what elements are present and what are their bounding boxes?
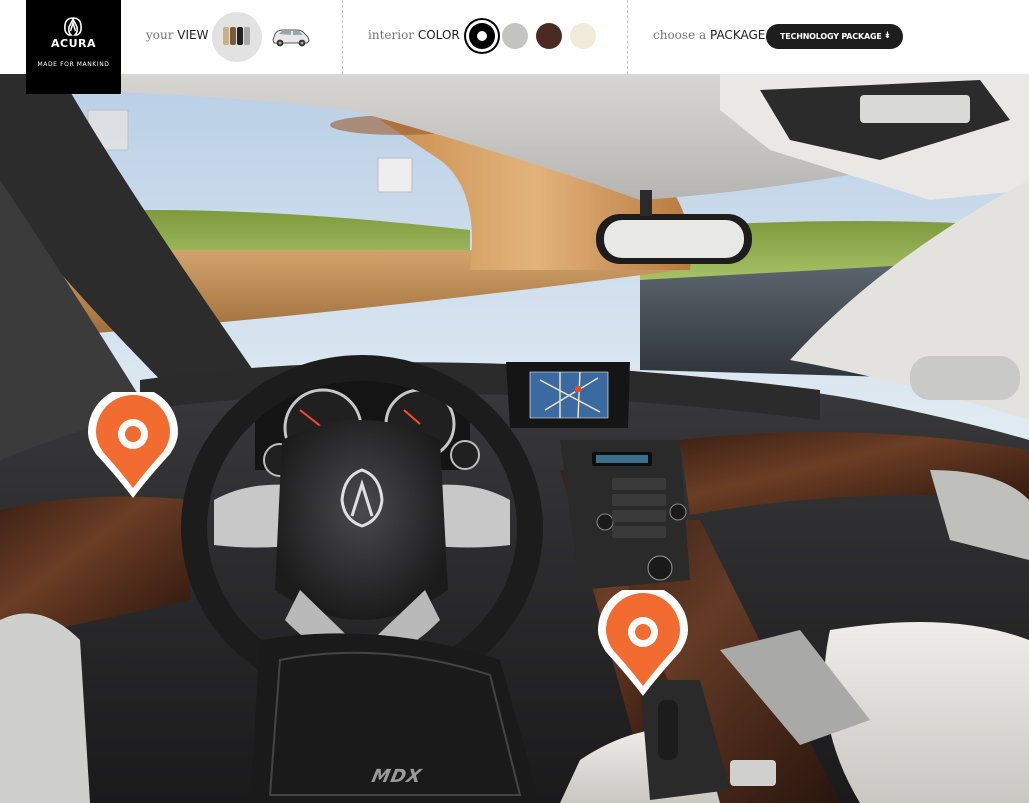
config-toolbar: your VIEW interior COLOR choose a PACKAG… (0, 0, 1029, 74)
package-selected-value: TECHNOLOGY PACKAGE (780, 32, 882, 41)
location-pin-icon (598, 590, 688, 696)
package-dropdown[interactable]: TECHNOLOGY PACKAGE ↡ (766, 24, 903, 49)
interior-view-button[interactable] (212, 12, 262, 62)
brand-name: ACURA (50, 37, 96, 50)
swatch-parchment[interactable] (570, 23, 596, 49)
divider (627, 0, 628, 74)
exterior-view-button[interactable] (269, 24, 311, 50)
view-label: your VIEW (146, 28, 209, 42)
acura-logo[interactable]: ACURA MADE FOR MANKIND (26, 0, 121, 94)
mdx-floor-mat-badge: MDX (369, 766, 424, 787)
swatch-ebony[interactable] (469, 23, 495, 49)
divider (342, 0, 343, 74)
dashboard-hotspot[interactable] (88, 392, 178, 502)
swatch-umber[interactable] (536, 23, 562, 49)
brand-tagline: MADE FOR MANKIND (37, 61, 110, 68)
double-chevron-down-icon: ↡ (883, 31, 891, 41)
location-pin-icon (88, 392, 178, 498)
color-label: interior COLOR (368, 28, 460, 42)
shifter-hotspot[interactable] (598, 590, 688, 700)
interior-360-view[interactable] (0, 74, 1029, 803)
swatch-graystone[interactable] (502, 23, 528, 49)
suv-icon (272, 29, 310, 47)
package-label: choose a PACKAGE (653, 28, 766, 42)
selected-dot (477, 31, 487, 41)
acura-caliper-icon (64, 17, 82, 36)
